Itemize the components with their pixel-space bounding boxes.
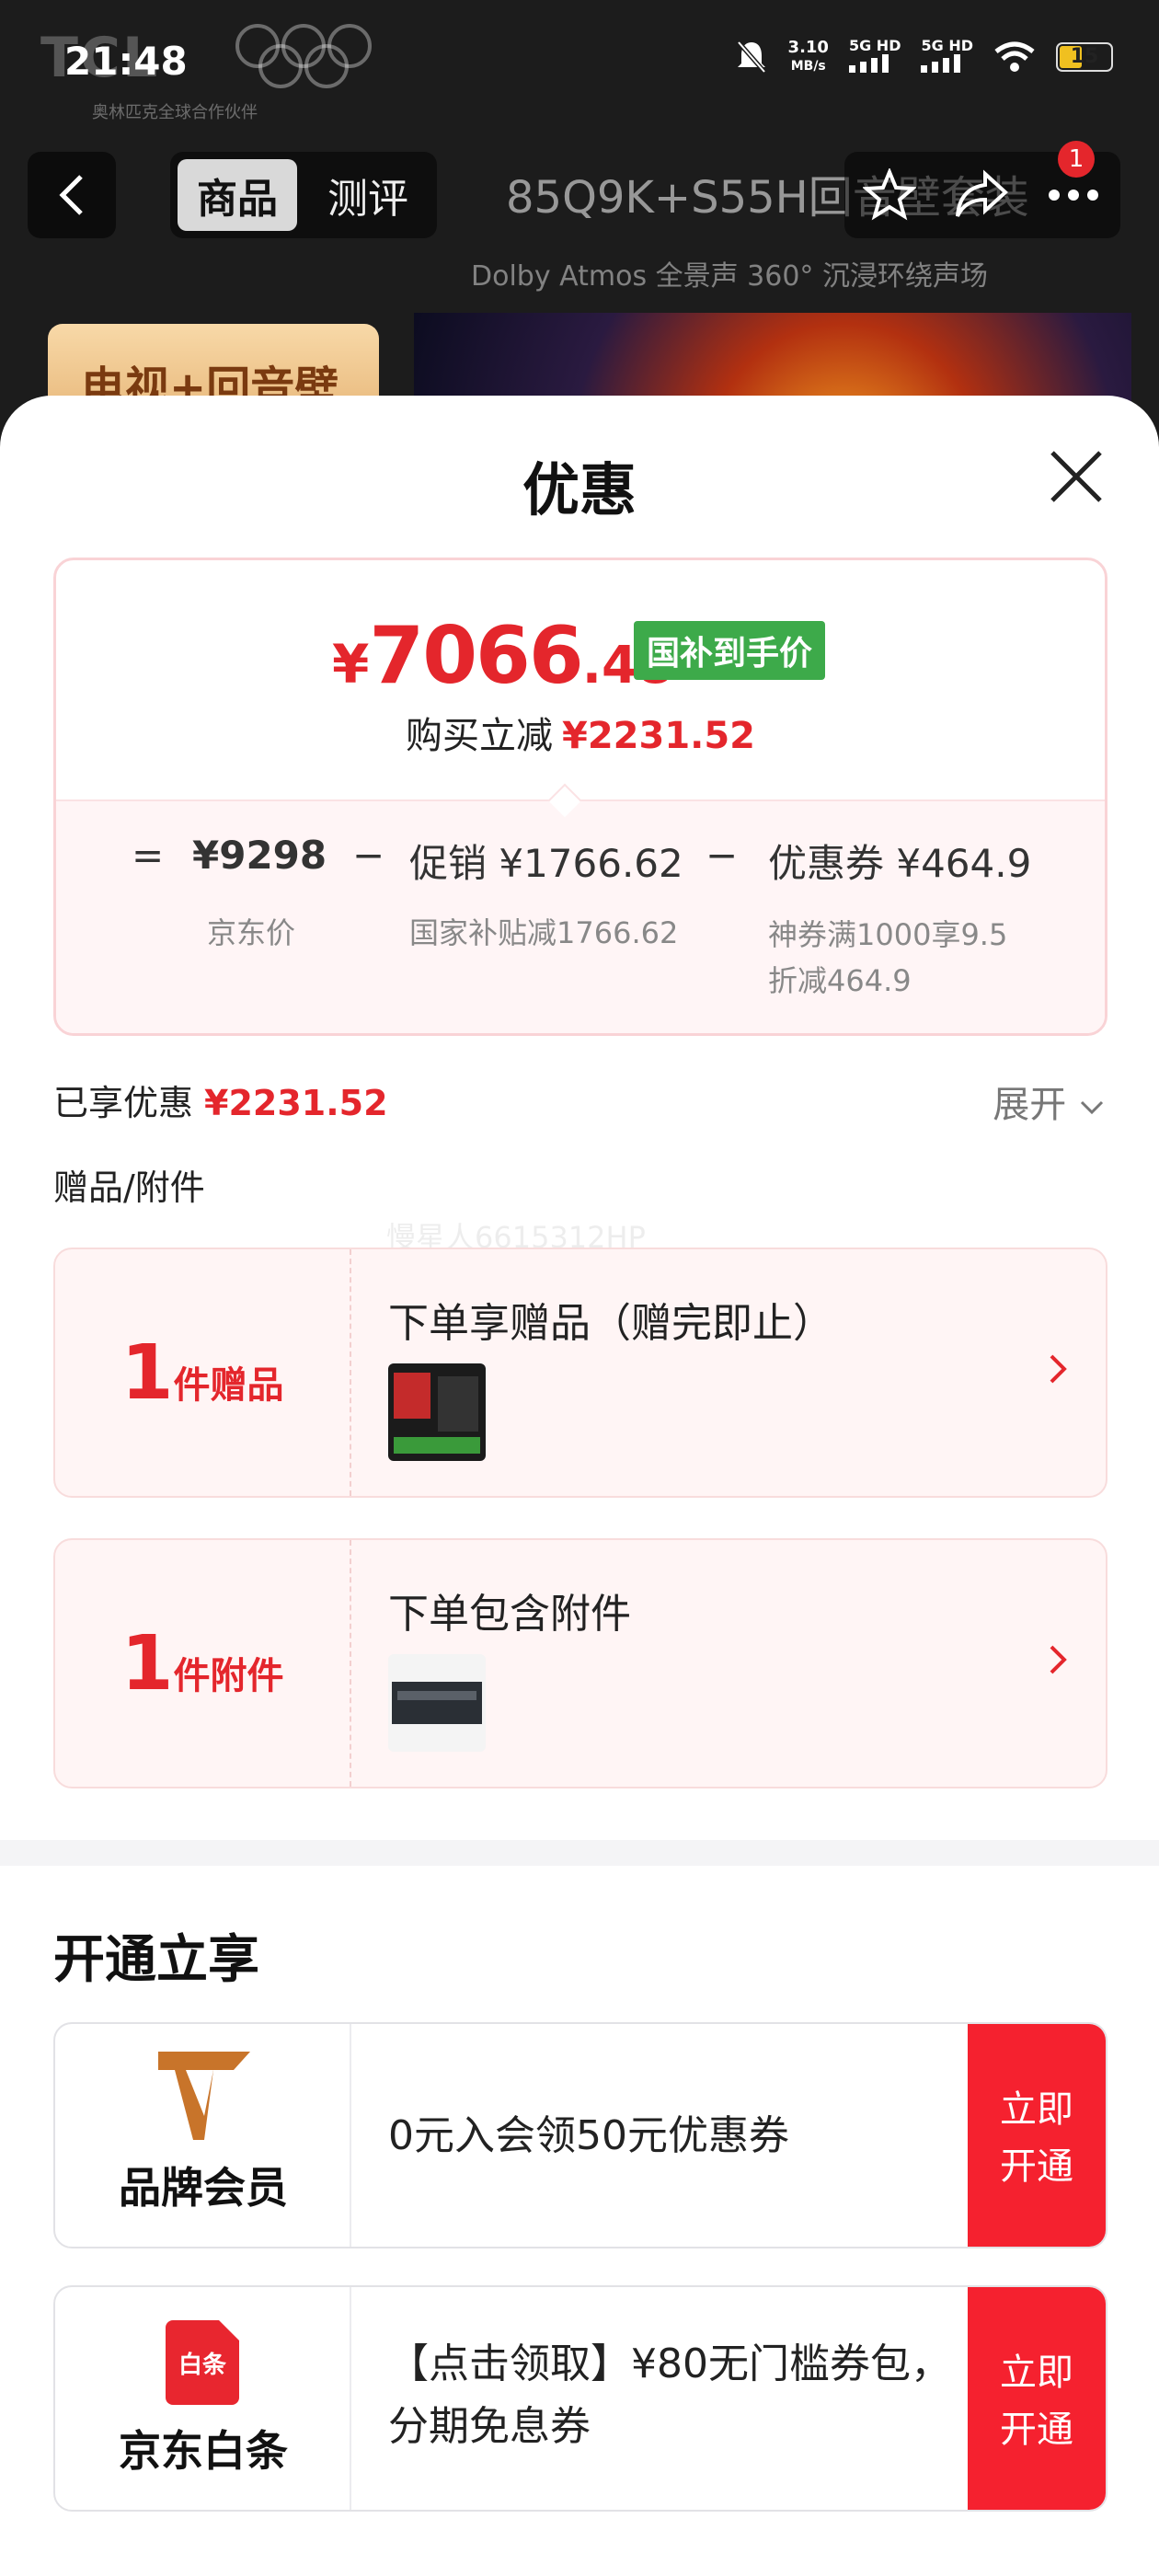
price-breakdown-card: ¥7066.48 国补到手价 购买立减 ¥2231.52 = ¥9298 京东价 …	[53, 558, 1107, 1036]
net-speed: 3.10 MB/s	[787, 37, 829, 74]
open-baitiao-button[interactable]: 立即 开通	[968, 2287, 1106, 2510]
jd-price: ¥9298	[192, 833, 327, 878]
brand-member-v-icon	[158, 2052, 250, 2140]
olympic-rings-icon	[235, 24, 372, 88]
brand-member-desc: 0元入会领50元优惠券	[388, 2112, 789, 2159]
sheet-title: 优惠	[522, 456, 637, 523]
chevron-right-icon	[1050, 1354, 1067, 1384]
equals-sign: =	[132, 833, 165, 878]
brand-member-logo-area: 品牌会员	[55, 2024, 351, 2247]
open-benefits-header: 开通立享	[53, 1930, 259, 1990]
product-top-nav: 商品 测评 85Q9K+S55H回音壁套装 1	[0, 141, 1159, 244]
brand-member-card: 品牌会员 0元入会领50元优惠券 立即 开通	[53, 2022, 1107, 2248]
minus-sign: −	[352, 833, 385, 878]
message-badge: 1	[1058, 141, 1095, 178]
accessory-card[interactable]: 1 件附件 下单包含附件	[53, 1538, 1107, 1788]
wifi-icon	[994, 41, 1035, 72]
brand-subtitle: 奥林匹克全球合作伙伴	[92, 103, 258, 122]
promo-note: 国家补贴减1766.62	[409, 915, 679, 950]
coupon-note: 神券满1000享9.5 折减464.9	[768, 917, 1008, 998]
open-member-button[interactable]: 立即 开通	[968, 2024, 1106, 2247]
gifts-header: 赠品/附件	[53, 1167, 205, 1208]
chevron-left-icon	[59, 175, 83, 215]
tab-product[interactable]: 商品	[178, 159, 297, 231]
signal-1: 5G HD	[848, 37, 901, 76]
baitiao-icon: 白条	[166, 2320, 239, 2405]
accessory-count: 1 件附件	[55, 1540, 351, 1787]
minus-sign: −	[706, 833, 739, 878]
tab-review[interactable]: 测评	[308, 159, 428, 231]
action-buttons: 1	[844, 141, 1120, 238]
final-price: ¥7066.48	[332, 610, 673, 702]
accessory-product-thumbnail	[388, 1654, 486, 1752]
baitiao-name: 京东白条	[119, 2426, 288, 2476]
enjoyed-discount: 已享优惠 ¥2231.52	[53, 1083, 388, 1123]
status-bar: TCL 奥林匹克全球合作伙伴 21:48 3.10 MB/s 5G HD 5G …	[0, 0, 1159, 122]
close-icon[interactable]	[1039, 440, 1113, 513]
star-icon[interactable]	[862, 168, 916, 222]
gift-count: 1 件赠品	[55, 1249, 351, 1496]
jd-price-label: 京东价	[207, 915, 296, 950]
gift-title: 下单享赠品（赠完即止）	[388, 1300, 833, 1347]
signal-bars-icon	[848, 54, 889, 73]
clock: 21:48	[64, 39, 188, 84]
gift-card[interactable]: 1 件赠品 下单享赠品（赠完即止）	[53, 1248, 1107, 1498]
expand-button[interactable]: 展开	[993, 1075, 1106, 1128]
chevron-right-icon	[1050, 1645, 1067, 1674]
gift-product-thumbnail	[388, 1363, 486, 1461]
section-divider	[0, 1840, 1159, 1866]
baitiao-logo-area: 白条 京东白条	[55, 2287, 351, 2510]
dolby-feature: Dolby Atmos 全景声 360° 沉浸环绕声场	[471, 260, 988, 293]
brand-member-name: 品牌会员	[119, 2163, 288, 2213]
purchase-reduction: 购买立减 ¥2231.52	[405, 715, 756, 757]
chevron-down-icon	[1080, 1100, 1104, 1115]
subsidy-price-badge: 国补到手价	[634, 621, 826, 680]
discount-sheet: 优惠 ¥7066.48 国补到手价 购买立减 ¥2231.52 = ¥9298 京…	[0, 396, 1159, 2576]
accessory-title: 下单包含附件	[388, 1591, 631, 1638]
signal-bars-icon	[921, 54, 961, 73]
coupon-amount: 优惠券 ¥464.9	[768, 841, 1032, 886]
status-icons: 3.10 MB/s 5G HD 5G HD 15	[735, 37, 1113, 76]
baitiao-desc: 【点击领取】¥80无门槛券包， 分期免息券	[388, 2340, 951, 2450]
back-button[interactable]	[28, 152, 116, 238]
jd-baitiao-card: 白条 京东白条 【点击领取】¥80无门槛券包， 分期免息券 立即 开通	[53, 2285, 1107, 2512]
signal-2: 5G HD	[921, 37, 973, 76]
promo-amount: 促销 ¥1766.62	[409, 841, 683, 886]
battery-indicator: 15	[1056, 41, 1113, 72]
mute-bell-icon	[736, 40, 766, 74]
more-icon[interactable]	[1045, 186, 1102, 204]
share-icon[interactable]	[952, 168, 1009, 222]
